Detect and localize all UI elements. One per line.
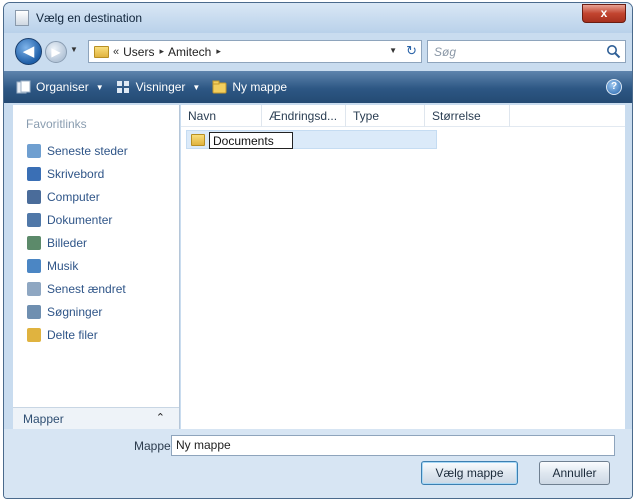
searches-icon [27,304,41,319]
search-input[interactable]: Søg [427,40,626,63]
music-icon [27,258,41,273]
views-label: Visninger [135,80,186,94]
select-folder-button[interactable]: Vælg mappe [421,461,518,485]
sidebar-item-recently-changed[interactable]: Senest ændret [27,277,177,300]
sidebar-item-label: Seneste steder [47,143,128,158]
chevron-down-icon: ▼ [95,82,104,92]
breadcrumb-amitech[interactable]: Amitech [168,45,211,59]
organize-menu[interactable]: Organiser ▼ [16,75,104,99]
dialog-window: Vælg en destination x ◀ ▶ ▼ « Users ▸ Am… [3,2,633,499]
breadcrumb-separator[interactable]: ▸ [159,46,164,57]
folder-name-field[interactable]: Ny mappe [171,435,615,456]
sidebar-item-label: Computer [47,189,100,204]
sidebar-item-label: Delte filer [47,327,98,342]
chevron-down-icon: ▼ [192,82,201,92]
column-header-date-modified[interactable]: Ændringsd... [262,105,346,127]
sidebar-item-recent-places[interactable]: Seneste steder [27,139,177,162]
views-menu[interactable]: Visninger ▼ [116,75,201,99]
sidebar-item-label: Musik [47,258,79,273]
folders-toggle[interactable]: Mapper ⌃ [13,407,179,429]
organize-icon [16,80,31,94]
sidebar-item-shared-files[interactable]: Delte filer [27,323,177,346]
folder-field-label: Mappe: [134,439,175,453]
hidden-crumbs-chevron[interactable]: « [113,46,119,58]
rename-input[interactable] [209,132,293,149]
recent-places-icon [27,143,41,158]
address-row: ◀ ▶ ▼ « Users ▸ Amitech ▸ ▼ ↻ Søg [4,33,632,71]
sidebar-item-label: Dokumenter [47,212,113,227]
help-icon[interactable]: ? [606,79,622,95]
breadcrumb-separator[interactable]: ▸ [216,46,221,57]
column-header-row: Navn Ændringsd... Type Størrelse [181,105,625,127]
window-title: Vælg en destination [36,11,143,25]
sidebar-item-label: Senest ændret [47,281,126,296]
sidebar-item-documents[interactable]: Dokumenter [27,208,177,231]
refresh-icon[interactable]: ↻ [406,43,417,59]
new-folder-icon [212,80,227,94]
breadcrumb-users[interactable]: Users [123,45,154,59]
arrow-left-icon: ◀ [22,43,35,60]
favorites-header: Favoritlinks [26,117,87,131]
sidebar-item-label: Billeder [47,235,88,250]
folder-icon [94,45,109,58]
navigation-pane: Favoritlinks Seneste steder Skrivebord C… [13,105,180,429]
computer-icon [27,189,41,204]
shared-folder-icon [27,327,41,342]
sidebar-item-computer[interactable]: Computer [27,185,177,208]
back-button[interactable]: ◀ [15,38,42,65]
pictures-icon [27,235,41,250]
window-icon [15,10,29,26]
folders-label: Mapper [23,412,64,426]
new-folder-label: Ny mappe [232,80,288,94]
sidebar-item-pictures[interactable]: Billeder [27,231,177,254]
footer-panel: Mappe: Ny mappe Vælg mappe Annuller [4,429,632,498]
sidebar-item-music[interactable]: Musik [27,254,177,277]
new-folder-button[interactable]: Ny mappe [212,75,287,99]
desktop-icon [27,166,41,181]
column-header-type[interactable]: Type [346,105,425,127]
sidebar-item-label: Skrivebord [47,166,105,181]
recently-changed-icon [27,281,41,296]
file-list: Navn Ændringsd... Type Størrelse [181,105,625,429]
address-dropdown[interactable]: ▼ [389,46,397,55]
sidebar-item-searches[interactable]: Søgninger [27,300,177,323]
folder-icon [191,134,205,146]
cancel-button[interactable]: Annuller [539,461,610,485]
documents-icon [27,212,41,227]
column-header-name[interactable]: Navn [181,105,262,127]
sidebar-item-desktop[interactable]: Skrivebord [27,162,177,185]
command-bar: Organiser ▼ Visninger ▼ Ny mappe ? [4,71,632,103]
title-bar: Vælg en destination x [4,3,632,33]
column-header-size[interactable]: Størrelse [425,105,510,127]
sidebar-item-label: Søgninger [47,304,103,319]
chevron-up-icon: ⌃ [155,412,165,424]
search-icon[interactable] [606,44,621,59]
address-bar[interactable]: « Users ▸ Amitech ▸ ▼ ↻ [88,40,422,63]
favorites-list: Seneste steder Skrivebord Computer Dokum… [27,139,177,346]
organize-label: Organiser [36,80,89,94]
table-row[interactable] [186,130,437,149]
forward-button[interactable]: ▶ [45,41,67,63]
close-button[interactable]: x [582,4,626,23]
views-icon [116,81,129,93]
search-placeholder: Søg [434,45,457,59]
recent-pages-dropdown[interactable]: ▼ [70,45,78,54]
arrow-right-icon: ▶ [51,45,61,59]
